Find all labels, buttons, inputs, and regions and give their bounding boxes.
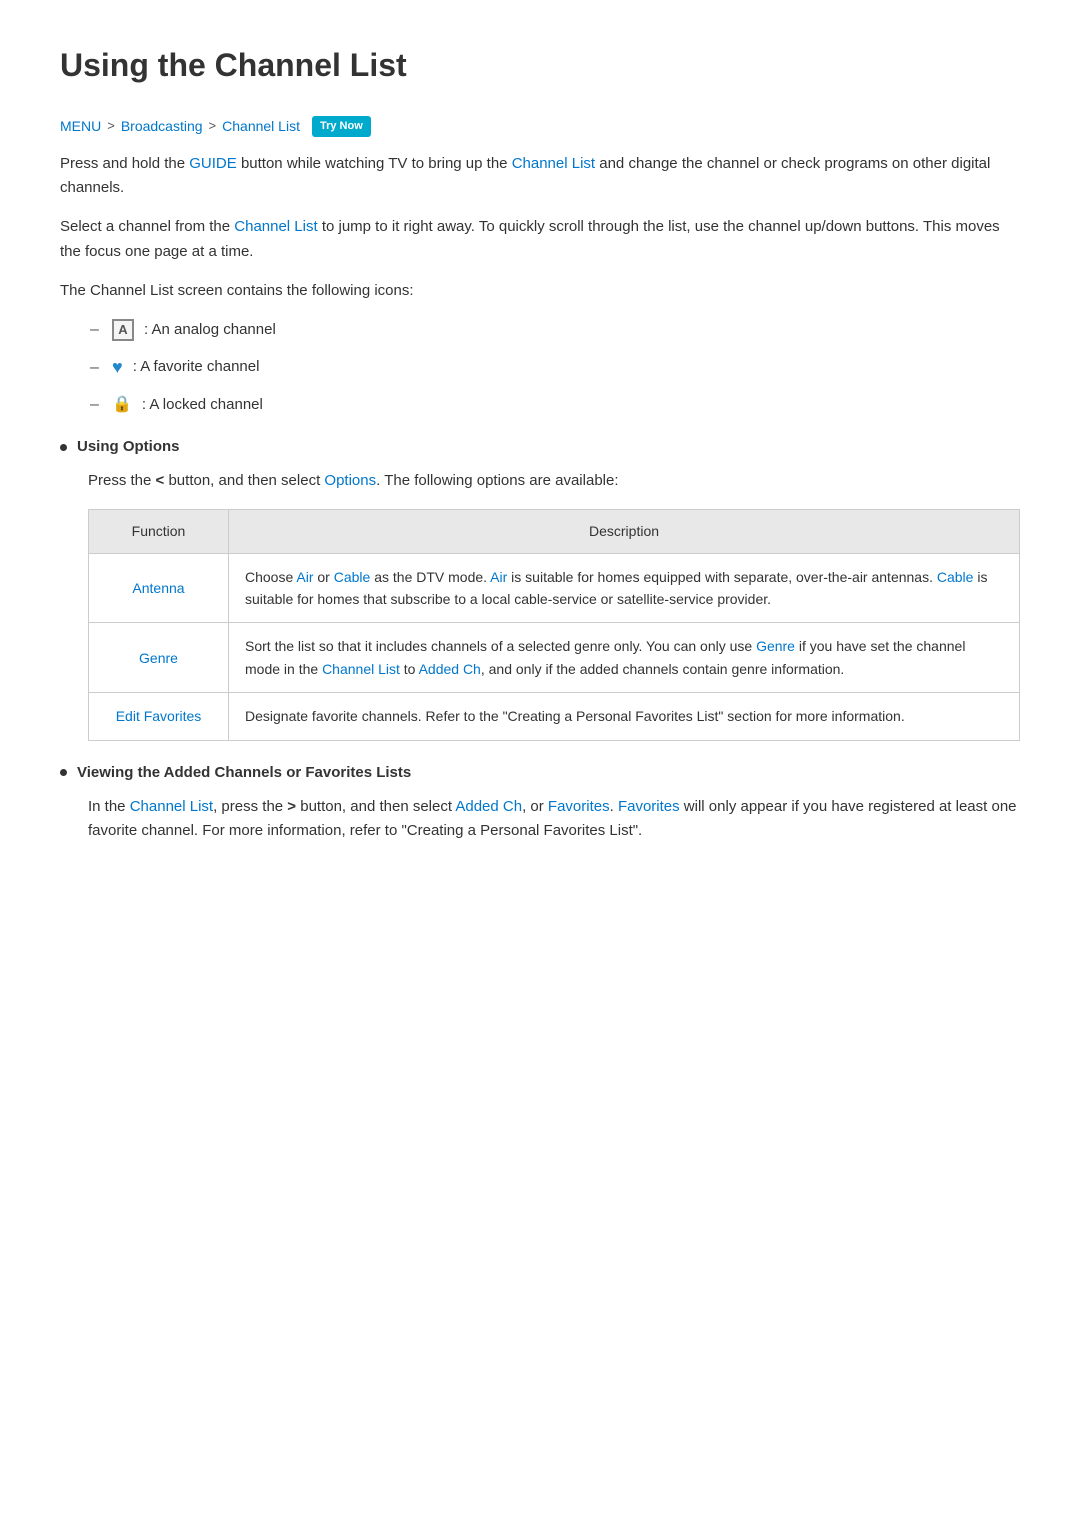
bullet-dot-2	[60, 769, 67, 776]
viewing-text5: .	[610, 798, 618, 815]
viewing-text1: In the	[88, 798, 130, 815]
options-text3: . The following options are available:	[376, 472, 618, 489]
options-text2: button, and then select	[164, 472, 324, 489]
using-options-header: Using Options	[60, 435, 1020, 459]
options-link[interactable]: Options	[324, 472, 376, 489]
breadcrumb-menu[interactable]: MENU	[60, 115, 101, 137]
breadcrumb: MENU > Broadcasting > Channel List Try N…	[60, 115, 1020, 137]
table-row: Edit Favorites Designate favorite channe…	[89, 693, 1020, 740]
icon-list: – A : An analog channel – ♥ : A favorite…	[90, 317, 1020, 417]
analog-icon: A	[112, 319, 134, 341]
using-options-section: Using Options Press the < button, and th…	[60, 435, 1020, 493]
cable-link-1[interactable]: Cable	[334, 569, 371, 585]
edit-favorites-function: Edit Favorites	[89, 693, 229, 740]
channel-list-link-1[interactable]: Channel List	[512, 155, 595, 172]
viewing-section: Viewing the Added Channels or Favorites …	[60, 761, 1020, 843]
genre-link-2[interactable]: Genre	[756, 638, 795, 654]
edit-favorites-description: Designate favorite channels. Refer to th…	[229, 693, 1020, 740]
viewing-text3: button, and then select	[296, 798, 455, 815]
edit-favorites-link[interactable]: Edit Favorites	[116, 708, 202, 724]
chevron-left-icon: <	[156, 472, 165, 489]
added-ch-link-2[interactable]: Added Ch	[455, 798, 522, 815]
paragraph-1: Press and hold the GUIDE button while wa…	[60, 152, 1020, 202]
antenna-function: Antenna	[89, 553, 229, 623]
using-options-para: Press the < button, and then select Opti…	[88, 469, 1020, 493]
breadcrumb-sep2: >	[209, 116, 217, 137]
para1-text1: Press and hold the	[60, 155, 189, 172]
using-options-label: Using Options	[77, 435, 180, 459]
favorites-link-1[interactable]: Favorites	[548, 798, 610, 815]
viewing-header: Viewing the Added Channels or Favorites …	[60, 761, 1020, 785]
guide-link[interactable]: GUIDE	[189, 155, 237, 172]
favorite-desc: : A favorite channel	[133, 355, 260, 379]
options-table: Function Description Antenna Choose Air …	[88, 509, 1020, 740]
viewing-text4: , or	[522, 798, 548, 815]
favorites-link-2[interactable]: Favorites	[618, 798, 680, 815]
air-link-1[interactable]: Air	[296, 569, 313, 585]
channel-list-link-4[interactable]: Channel List	[130, 798, 213, 815]
dash-2: –	[90, 355, 102, 381]
analog-desc: : An analog channel	[144, 318, 276, 342]
paragraph-3: The Channel List screen contains the fol…	[60, 279, 1020, 304]
bullet-dot-1	[60, 444, 67, 451]
page-title: Using the Channel List	[60, 40, 1020, 91]
dash-1: –	[90, 317, 102, 343]
viewing-label: Viewing the Added Channels or Favorites …	[77, 761, 411, 785]
paragraph-2: Select a channel from the Channel List t…	[60, 215, 1020, 265]
list-item-lock: – 🔒 : A locked channel	[90, 392, 1020, 418]
genre-function: Genre	[89, 623, 229, 693]
options-text1: Press the	[88, 472, 156, 489]
using-options-content: Press the < button, and then select Opti…	[88, 469, 1020, 493]
table-row: Antenna Choose Air or Cable as the DTV m…	[89, 553, 1020, 623]
genre-link[interactable]: Genre	[139, 650, 178, 666]
list-item-analog: – A : An analog channel	[90, 317, 1020, 343]
cable-link-2[interactable]: Cable	[937, 569, 974, 585]
favorite-icon: ♥	[112, 353, 123, 382]
breadcrumb-sep1: >	[107, 116, 115, 137]
viewing-para: In the Channel List, press the > button,…	[88, 795, 1020, 843]
table-header-row: Function Description	[89, 510, 1020, 553]
lock-icon: 🔒	[112, 392, 132, 418]
para1-text2: button while watching TV to bring up the	[237, 155, 512, 172]
viewing-content: In the Channel List, press the > button,…	[88, 795, 1020, 843]
channel-list-link-3[interactable]: Channel List	[322, 661, 400, 677]
viewing-text2: , press the	[213, 798, 287, 815]
antenna-description: Choose Air or Cable as the DTV mode. Air…	[229, 553, 1020, 623]
air-link-2[interactable]: Air	[490, 569, 507, 585]
chevron-right-icon: >	[287, 798, 296, 815]
col-description: Description	[229, 510, 1020, 553]
para2-text1: Select a channel from the	[60, 218, 234, 235]
channel-list-link-2[interactable]: Channel List	[234, 218, 317, 235]
breadcrumb-channel-list[interactable]: Channel List	[222, 115, 300, 137]
lock-desc: : A locked channel	[142, 393, 263, 417]
antenna-link[interactable]: Antenna	[132, 580, 184, 596]
list-item-favorite: – ♥ : A favorite channel	[90, 353, 1020, 382]
table-row: Genre Sort the list so that it includes …	[89, 623, 1020, 693]
dash-3: –	[90, 392, 102, 418]
genre-description: Sort the list so that it includes channe…	[229, 623, 1020, 693]
try-now-badge[interactable]: Try Now	[312, 116, 371, 138]
breadcrumb-broadcasting[interactable]: Broadcasting	[121, 115, 203, 137]
col-function: Function	[89, 510, 229, 553]
added-ch-link-1[interactable]: Added Ch	[419, 661, 481, 677]
